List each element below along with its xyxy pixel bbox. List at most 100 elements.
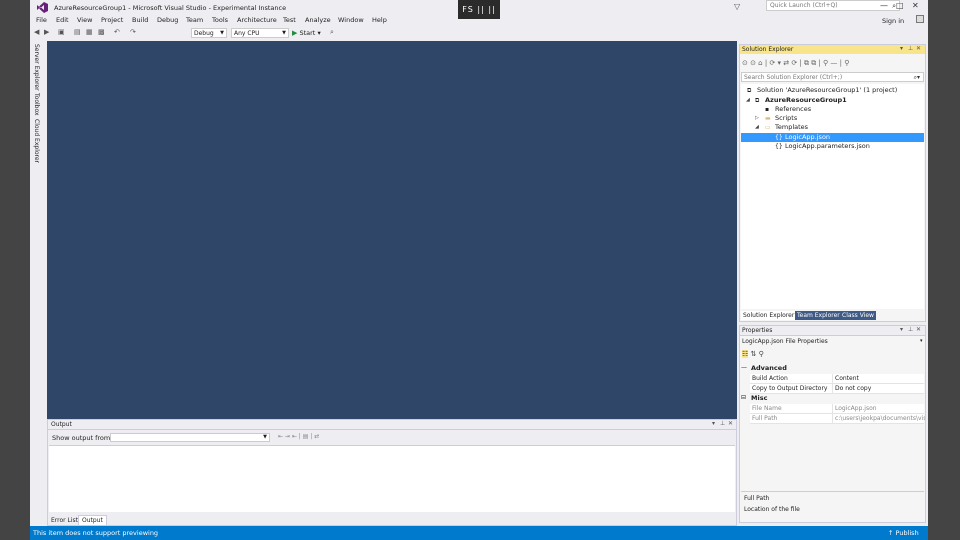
sign-in-link[interactable]: Sign in [882, 17, 904, 25]
start-label: Start [299, 29, 316, 37]
tab-error-list[interactable]: Error List [48, 516, 82, 525]
description-title: Full Path [744, 495, 770, 502]
close-pane-icon[interactable]: ✕ [916, 326, 921, 333]
start-debugging-button[interactable]: ▶ Start ▾ [292, 29, 321, 37]
menu-team[interactable]: Team [186, 16, 203, 24]
categorized-icon[interactable]: ☷ [742, 350, 749, 358]
collapse-icon[interactable]: — [741, 364, 747, 371]
solution-explorer-toolbar[interactable]: ⊙ ⊙ ⌂ | ⟳ ▾ ⇄ ⟳ | ⧉ ⧉ | ⚲ — | ⚲ [742, 59, 849, 68]
folder-open-icon: ▭ [765, 124, 771, 131]
new-project-icon[interactable]: ▣ [58, 28, 65, 36]
tree-node-logicapp-json[interactable]: {} LogicApp.json [741, 133, 924, 142]
output-source-dropdown[interactable]: ▼ [110, 433, 270, 442]
open-file-icon[interactable]: ▤ [74, 28, 81, 36]
search-placeholder: Search Solution Explorer (Ctrl+;) [744, 74, 843, 81]
menu-test[interactable]: Test [283, 16, 296, 24]
solution-tree: ⧉ Solution 'AzureResourceGroup1' (1 proj… [741, 84, 924, 309]
save-icon[interactable]: ▦ [86, 28, 93, 36]
tree-node-scripts[interactable]: ▷ ▬ Scripts [741, 114, 924, 123]
expanded-arrow-icon[interactable]: ◢ [755, 123, 759, 132]
solution-explorer-search-input[interactable]: Search Solution Explorer (Ctrl+;) ⌕▾ [741, 72, 924, 82]
window-position-icon[interactable]: ▾ [712, 420, 715, 427]
expanded-arrow-icon[interactable]: ◢ [746, 96, 750, 105]
visual-studio-window: AzureResourceGroup1 - Microsoft Visual S… [30, 0, 928, 540]
menu-help[interactable]: Help [372, 16, 387, 24]
visual-studio-logo-icon [37, 2, 48, 13]
solution-configuration-dropdown[interactable]: Debug ▼ [191, 28, 227, 38]
back-icon[interactable]: ◀ [34, 28, 39, 36]
close-button[interactable]: ✕ [912, 1, 919, 10]
properties-object-name: LogicApp.json File Properties [742, 338, 828, 345]
close-pane-icon[interactable]: ✕ [916, 45, 921, 52]
window-position-icon[interactable]: ▾ [900, 326, 903, 333]
menu-view[interactable]: View [77, 16, 92, 24]
tab-output[interactable]: Output [78, 515, 107, 525]
tab-server-explorer[interactable]: Server Explorer [33, 44, 40, 91]
tab-team-explorer[interactable]: Team Explorer [795, 311, 842, 320]
menu-project[interactable]: Project [101, 16, 123, 24]
play-icon: ▶ [292, 29, 298, 37]
tree-node-label: References [775, 105, 812, 113]
property-row-copy-to-output[interactable]: Copy to Output Directory Do not copy [750, 384, 924, 394]
tree-node-label: AzureResourceGroup1 [765, 96, 847, 104]
property-value[interactable]: c:\users\jeokpa\documents\vis [832, 414, 925, 423]
platform-value: Any CPU [234, 30, 260, 37]
pin-icon[interactable]: ⊥ [720, 420, 725, 427]
tab-class-view[interactable]: Class View [840, 311, 876, 320]
pin-icon[interactable]: ⊥ [908, 45, 913, 52]
find-in-files-icon[interactable]: ⌕ [330, 28, 334, 37]
property-row-full-path[interactable]: Full Path c:\users\jeokpa\documents\vis [750, 414, 925, 424]
menu-build[interactable]: Build [132, 16, 148, 24]
property-value[interactable]: Do not copy [832, 384, 925, 393]
properties-object-selector[interactable]: LogicApp.json File Properties ▾ [742, 338, 923, 345]
category-label: Advanced [751, 364, 787, 372]
redo-icon[interactable]: ↷ [130, 28, 136, 36]
tree-node-project[interactable]: ◢ ⧉ AzureResourceGroup1 [741, 96, 924, 105]
menu-debug[interactable]: Debug [157, 16, 178, 24]
property-description-panel: Full Path Location of the file [741, 491, 924, 522]
notifications-icon[interactable]: ▽ [734, 2, 740, 11]
publish-label: Publish [895, 529, 919, 537]
project-icon: ⧉ [755, 97, 760, 104]
solution-explorer-title: Solution Explorer [742, 46, 794, 53]
menu-analyze[interactable]: Analyze [305, 16, 331, 24]
output-text-area[interactable] [49, 445, 735, 512]
menu-architecture[interactable]: Architecture [237, 16, 277, 24]
tree-node-solution[interactable]: ⧉ Solution 'AzureResourceGroup1' (1 proj… [741, 86, 924, 95]
undo-icon[interactable]: ↶ [114, 28, 120, 36]
menu-window[interactable]: Window [338, 16, 364, 24]
property-row-build-action[interactable]: Build Action Content [750, 374, 924, 384]
standard-toolbar: ◀ ▶ ▣ ▤ ▦ ▩ ↶ ↷ Debug ▼ Any CPU ▼ ▶ Star… [30, 27, 928, 40]
tab-solution-explorer[interactable]: Solution Explorer [741, 311, 797, 320]
tree-node-templates[interactable]: ◢ ▭ Templates [741, 123, 924, 132]
maximize-button[interactable]: □ [896, 1, 904, 10]
description-text: Location of the file [744, 506, 800, 513]
menu-edit[interactable]: Edit [56, 16, 69, 24]
properties-title: Properties [742, 327, 773, 334]
property-row-file-name[interactable]: File Name LogicApp.json [750, 404, 924, 414]
menu-tools[interactable]: Tools [212, 16, 228, 24]
property-pages-icon[interactable]: ⚲ [759, 350, 764, 358]
collapse-icon[interactable]: ⊟ [741, 394, 746, 401]
collapsed-arrow-icon[interactable]: ▷ [755, 114, 759, 123]
save-all-icon[interactable]: ▩ [98, 28, 105, 36]
account-icon[interactable] [916, 15, 924, 23]
tree-node-references[interactable]: ▪ References [741, 105, 924, 114]
output-toolbar-icons[interactable]: ⇤ ⇥ ⇤ | ▤ | ⇄ [278, 433, 319, 440]
minimize-button[interactable]: — [880, 1, 888, 10]
tab-toolbox[interactable]: Toolbox [33, 93, 40, 116]
menu-file[interactable]: File [36, 16, 47, 24]
category-label: Misc [751, 394, 768, 402]
pin-icon[interactable]: ⊥ [908, 326, 913, 333]
tree-node-label: LogicApp.json [785, 133, 831, 141]
window-position-icon[interactable]: ▾ [900, 45, 903, 52]
property-value[interactable]: Content [832, 374, 925, 383]
publish-button[interactable]: ↑ Publish [888, 529, 919, 537]
tab-cloud-explorer[interactable]: Cloud Explorer [33, 119, 40, 163]
close-pane-icon[interactable]: ✕ [728, 420, 733, 427]
forward-icon[interactable]: ▶ [44, 28, 49, 36]
alphabetical-icon[interactable]: ⇅ [751, 350, 757, 358]
property-value[interactable]: LogicApp.json [832, 404, 925, 413]
solution-platform-dropdown[interactable]: Any CPU ▼ [231, 28, 289, 38]
tree-node-logicapp-parameters-json[interactable]: {} LogicApp.parameters.json [741, 142, 924, 151]
